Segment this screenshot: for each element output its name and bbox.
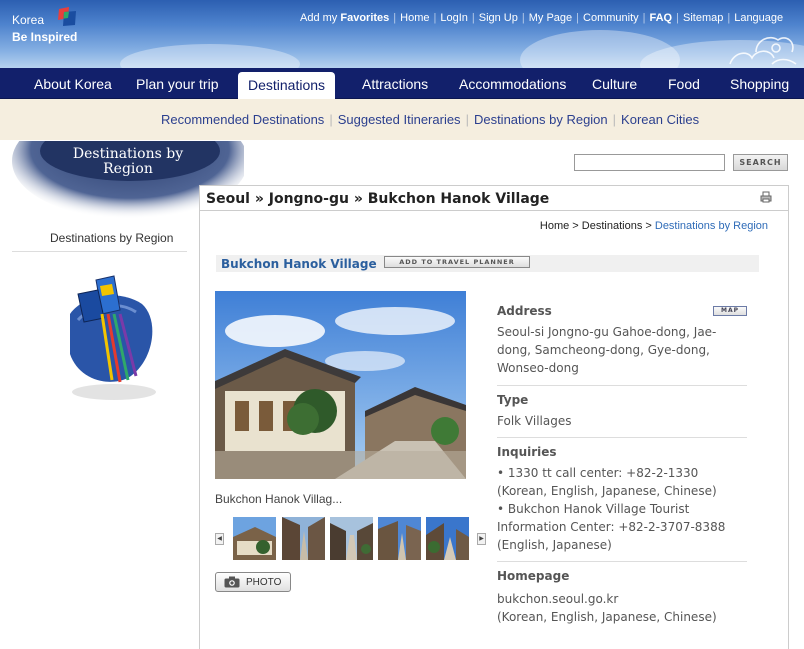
photo-gallery-button[interactable]: PHOTO bbox=[215, 572, 291, 592]
site-header: Korea Be Inspired Add my Favorites | Hom… bbox=[0, 0, 804, 68]
faq-link[interactable]: FAQ bbox=[646, 12, 677, 24]
subnav-by-region[interactable]: Destinations by Region bbox=[471, 112, 611, 127]
sidebar-divider bbox=[12, 251, 187, 252]
photo-caption: Bukchon Hanok Villag... bbox=[215, 492, 343, 506]
thumb-next-icon[interactable]: ▶ bbox=[477, 533, 486, 545]
place-title-bar: Bukchon Hanok Village ADD TO TRAVEL PLAN… bbox=[216, 255, 759, 272]
print-icon[interactable] bbox=[760, 191, 772, 203]
camera-icon bbox=[224, 576, 240, 588]
homepage-label: Homepage bbox=[497, 569, 570, 583]
sidebar-label[interactable]: Destinations by Region bbox=[50, 231, 173, 245]
tab-shopping[interactable]: Shopping bbox=[730, 68, 789, 99]
thumbnail[interactable] bbox=[282, 517, 325, 560]
home-link[interactable]: Home bbox=[396, 12, 433, 24]
type-label: Type bbox=[497, 393, 529, 407]
signup-link[interactable]: Sign Up bbox=[475, 12, 522, 24]
community-link[interactable]: Community bbox=[579, 12, 643, 24]
add-favorites-link[interactable]: Add my Favorites bbox=[296, 12, 393, 24]
tab-about-korea[interactable]: About Korea bbox=[34, 68, 112, 99]
thumbnail-strip: ◀ ▶ bbox=[215, 517, 490, 561]
add-to-travel-planner-button[interactable]: ADD TO TRAVEL PLANNER bbox=[384, 256, 530, 268]
address-value: Seoul-si Jongno-gu Gahoe-dong, Jae-dong,… bbox=[497, 325, 717, 375]
tab-accommodations[interactable]: Accommodations bbox=[459, 68, 566, 99]
address-label: Address bbox=[497, 304, 552, 318]
tab-attractions[interactable]: Attractions bbox=[362, 68, 428, 99]
subnav-itineraries[interactable]: Suggested Itineraries bbox=[335, 112, 464, 127]
photo-button-label: PHOTO bbox=[246, 576, 282, 588]
sub-nav: Recommended Destinations | Suggested Iti… bbox=[0, 99, 804, 140]
mypage-link[interactable]: My Page bbox=[525, 12, 576, 24]
place-name: Bukchon Hanok Village bbox=[221, 257, 377, 271]
utility-nav: Add my Favorites | Home | LogIn | Sign U… bbox=[296, 12, 787, 24]
place-info: Address MAP Seoul-si Jongno-gu Gahoe-don… bbox=[497, 304, 747, 626]
title-divider bbox=[200, 210, 788, 211]
address-section: Address MAP Seoul-si Jongno-gu Gahoe-don… bbox=[497, 304, 747, 386]
search-button[interactable]: SEARCH bbox=[733, 154, 788, 171]
inquiries-section: Inquiries • 1330 tt call center: +82-2-1… bbox=[497, 438, 747, 562]
homepage-section: Homepage bukchon.seoul.go.kr (Korean, En… bbox=[497, 562, 747, 626]
page-title: Seoul » Jongno-gu » Bukchon Hanok Villag… bbox=[206, 191, 550, 207]
thumbnail[interactable] bbox=[330, 517, 373, 560]
search-input[interactable] bbox=[574, 154, 725, 171]
inquiries-label: Inquiries bbox=[497, 445, 557, 459]
breadcrumb: Home > Destinations > Destinations by Re… bbox=[539, 220, 768, 232]
sidebar-banner-title: Destinations by Region bbox=[72, 146, 184, 177]
main-photo[interactable] bbox=[215, 291, 466, 479]
subnav-recommended[interactable]: Recommended Destinations bbox=[158, 112, 327, 127]
homepage-languages: (Korean, English, Japanese, Chinese) bbox=[497, 610, 717, 624]
thumb-prev-icon[interactable]: ◀ bbox=[215, 533, 224, 545]
cloud-swirl-icon bbox=[729, 36, 797, 65]
type-value: Folk Villages bbox=[497, 414, 572, 428]
brand-line2: Be Inspired bbox=[12, 30, 78, 44]
login-link[interactable]: LogIn bbox=[436, 12, 472, 24]
breadcrumb-destinations[interactable]: Destinations bbox=[582, 220, 643, 232]
tab-plan-your-trip[interactable]: Plan your trip bbox=[136, 68, 218, 99]
thumbnail[interactable] bbox=[426, 517, 469, 560]
sitemap-link[interactable]: Sitemap bbox=[679, 12, 727, 24]
cloud-decoration bbox=[120, 44, 300, 68]
type-section: Type Folk Villages bbox=[497, 386, 747, 438]
destination-content: Seoul » Jongno-gu » Bukchon Hanok Villag… bbox=[199, 185, 789, 649]
homepage-link[interactable]: bukchon.seoul.go.kr bbox=[497, 590, 747, 608]
norigae-ornament-icon bbox=[70, 275, 156, 400]
inquiry-line-2: • Bukchon Hanok Village Tourist Informat… bbox=[497, 502, 726, 552]
main-nav: About Korea Plan your trip Destinations … bbox=[0, 68, 804, 99]
thumbnail[interactable] bbox=[233, 517, 276, 560]
language-link[interactable]: Language bbox=[730, 12, 787, 24]
brand-line1: Korea bbox=[12, 13, 45, 27]
tab-food[interactable]: Food bbox=[668, 68, 700, 99]
brand-logo[interactable]: Korea Be Inspired bbox=[12, 6, 92, 50]
hanok-village-photo bbox=[215, 291, 466, 479]
korea-logo-icon bbox=[58, 7, 76, 26]
subnav-korean-cities[interactable]: Korean Cities bbox=[618, 112, 702, 127]
inquiry-line-1: • 1330 tt call center: +82-2-1330 (Korea… bbox=[497, 466, 717, 498]
tab-destinations[interactable]: Destinations bbox=[238, 72, 336, 99]
tab-culture[interactable]: Culture bbox=[592, 68, 637, 99]
thumbnail[interactable] bbox=[378, 517, 421, 560]
map-button[interactable]: MAP bbox=[713, 306, 747, 316]
breadcrumb-home[interactable]: Home bbox=[540, 220, 569, 232]
breadcrumb-current[interactable]: Destinations by Region bbox=[655, 220, 768, 232]
